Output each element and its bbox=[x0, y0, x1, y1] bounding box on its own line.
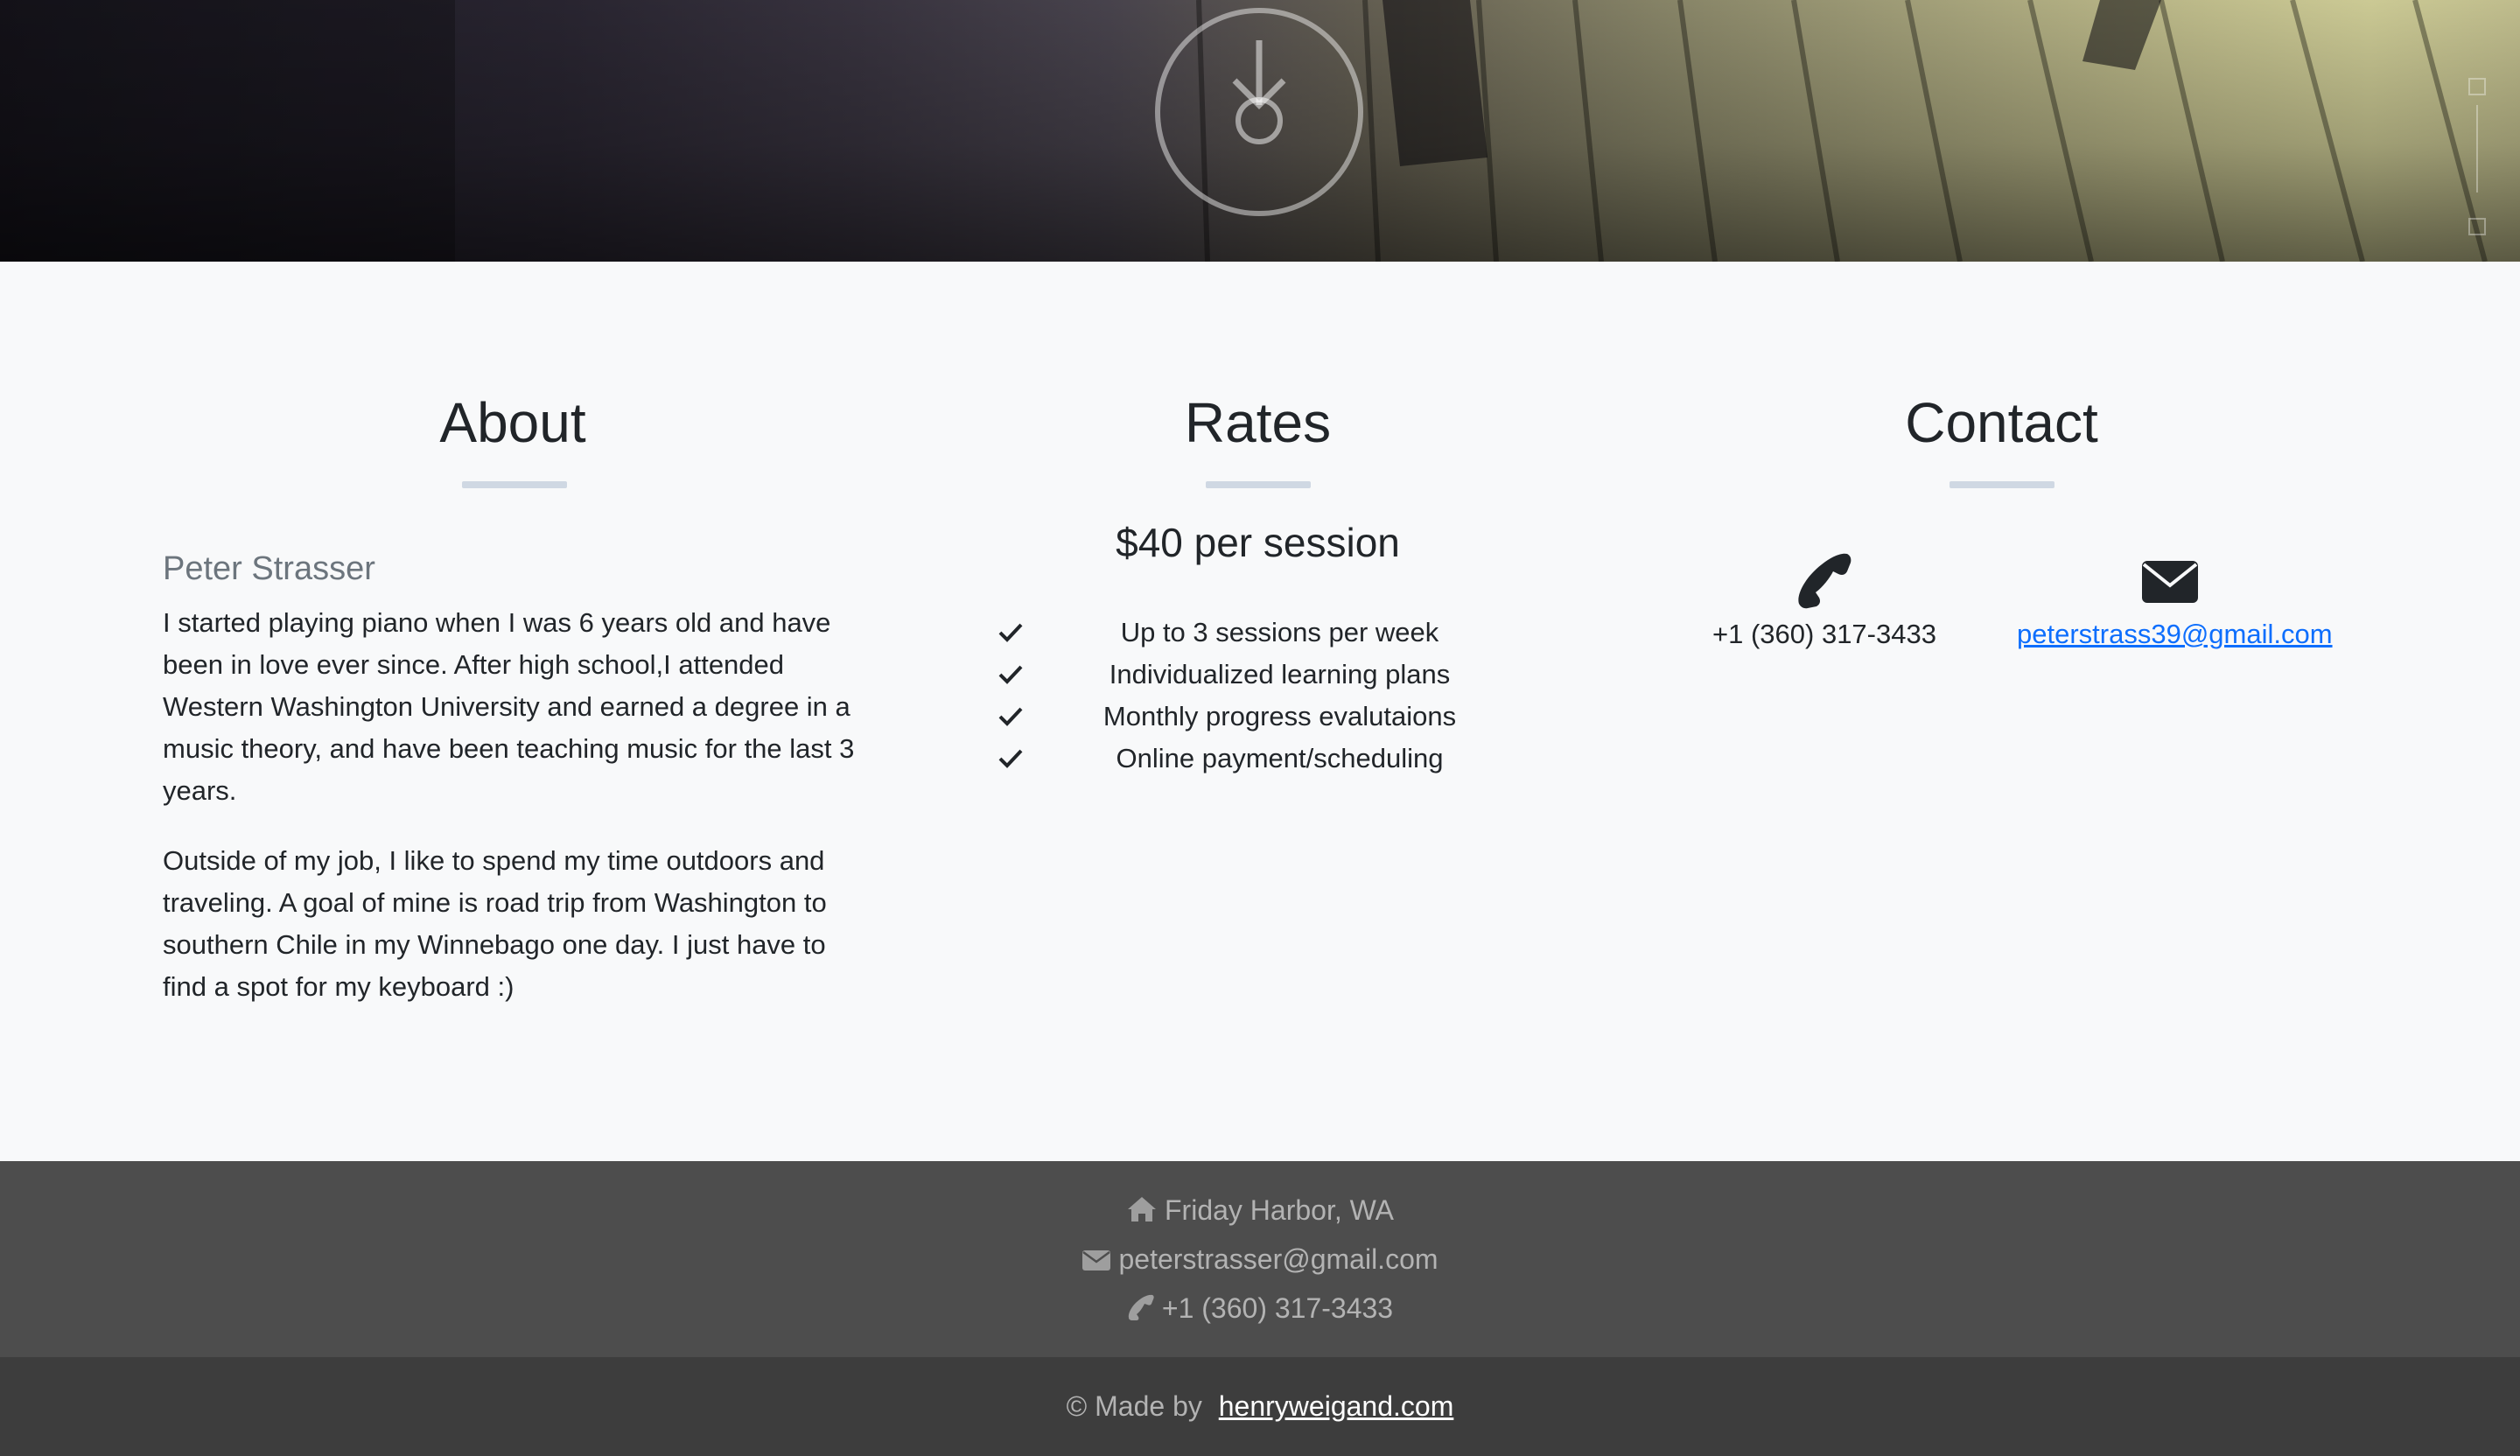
rate-item-label: Online payment/scheduling bbox=[1116, 743, 1444, 774]
about-paragraph-2: Outside of my job, I like to spend my ti… bbox=[163, 845, 827, 1002]
footer-location: Friday Harbor, WA bbox=[0, 1193, 2520, 1228]
rate-item-label: Monthly progress evalutaions bbox=[1102, 701, 1457, 732]
check-icon bbox=[998, 665, 1023, 684]
list-item: Individualized learning plans bbox=[962, 654, 1553, 696]
envelope-icon bbox=[1082, 1250, 1111, 1270]
footer-author-link[interactable]: henryweigand.com bbox=[1219, 1390, 1454, 1422]
footer-location-text: Friday Harbor, WA bbox=[1165, 1194, 1394, 1226]
side-nav-icon[interactable] bbox=[2464, 70, 2490, 262]
hero-banner bbox=[0, 0, 2520, 262]
rates-title-rule bbox=[1206, 481, 1311, 488]
phone-icon bbox=[1798, 553, 1852, 609]
footer-phone-text: +1 (360) 317-3433 bbox=[1161, 1292, 1394, 1324]
check-icon bbox=[998, 623, 1023, 642]
phone-icon bbox=[1128, 1294, 1154, 1320]
footer-made-by: © Made by bbox=[1066, 1390, 1202, 1422]
home-icon bbox=[1128, 1197, 1156, 1222]
footer-email: peterstrasser@gmail.com bbox=[0, 1242, 2520, 1277]
contact-phone: +1 (360) 317-3433 bbox=[1680, 550, 1969, 655]
footer-bottom: © Made by henryweigand.com bbox=[0, 1357, 2520, 1456]
about-name: Peter Strasser bbox=[163, 550, 375, 587]
contact-title-rule bbox=[1950, 481, 2054, 488]
about-title-rule bbox=[462, 481, 567, 488]
footer-info: Friday Harbor, WA peterstrasser@gmail.co… bbox=[0, 1161, 2520, 1357]
footer-phone: +1 (360) 317-3433 bbox=[0, 1291, 2520, 1326]
list-item: Up to 3 sessions per week bbox=[962, 612, 1553, 654]
arrow-down-circle-icon[interactable] bbox=[1154, 0, 1364, 226]
contact-email: peterstrass39@gmail.com bbox=[2017, 550, 2333, 655]
about-paragraph-1: I started playing piano when I was 6 yea… bbox=[163, 607, 855, 806]
rates-title: Rates bbox=[1184, 391, 1332, 454]
rate-item-label: Individualized learning plans bbox=[1109, 659, 1451, 690]
about-title: About bbox=[439, 391, 586, 454]
envelope-icon bbox=[2142, 561, 2198, 603]
rate-item-label: Up to 3 sessions per week bbox=[1120, 617, 1439, 648]
contact-email-link[interactable]: peterstrass39@gmail.com bbox=[2017, 613, 2333, 655]
check-icon bbox=[998, 749, 1023, 768]
list-item: Monthly progress evalutaions bbox=[962, 696, 1553, 738]
footer-email-text: peterstrasser@gmail.com bbox=[1118, 1243, 1438, 1275]
main-content: About Peter Strasser I started playing p… bbox=[0, 262, 2520, 1161]
contact-title: Contact bbox=[1905, 391, 2098, 454]
contact-phone-text: +1 (360) 317-3433 bbox=[1712, 619, 1936, 649]
rates-price: $40 per session bbox=[1116, 520, 1400, 565]
list-item: Online payment/scheduling bbox=[962, 738, 1553, 780]
check-icon bbox=[998, 707, 1023, 726]
rates-list: Up to 3 sessions per week Individualized… bbox=[962, 612, 1553, 780]
